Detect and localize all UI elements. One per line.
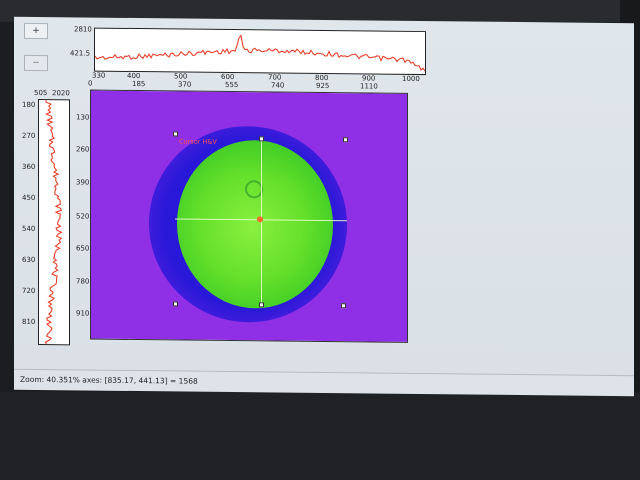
left-profile-y-tick: 630 xyxy=(22,255,36,264)
roi-handle[interactable] xyxy=(173,131,178,137)
vertical-profile-line xyxy=(44,100,63,345)
left-profile-y-tick: 720 xyxy=(22,286,36,295)
beam-image-view[interactable]: Cursor H&V xyxy=(90,89,408,343)
image-y-tick: 650 xyxy=(76,244,90,253)
top-profile-x-tick: 900 xyxy=(362,74,376,83)
top-profile-x-tick: 800 xyxy=(315,73,329,83)
image-x-tick: 185 xyxy=(132,79,146,89)
left-profile-x-min-tick: 505 xyxy=(34,88,48,98)
image-x-tick: 370 xyxy=(178,80,192,89)
roi-handle[interactable] xyxy=(341,303,346,309)
app-window: + − 2810 421.5 330 400 500 600 700 800 9… xyxy=(14,16,634,397)
horizontal-profile-svg xyxy=(95,34,425,72)
top-profile-x-tick: 500 xyxy=(174,72,188,81)
monitor-bezel-bottom xyxy=(0,392,640,480)
zoom-out-button[interactable]: − xyxy=(24,54,48,72)
left-profile-y-tick: 360 xyxy=(22,162,36,171)
image-y-tick: 780 xyxy=(76,277,90,286)
top-profile-x-tick: 330 xyxy=(92,71,106,80)
vertical-profile-svg xyxy=(44,100,63,345)
status-text: Zoom: 40.351% axes: [835.17, 441.13] = 1… xyxy=(20,374,198,386)
left-profile-y-tick: 810 xyxy=(22,317,36,326)
left-profile-x-max-tick: 2020 xyxy=(52,89,70,98)
left-profile-y-tick: 540 xyxy=(22,224,36,233)
roi-handle[interactable] xyxy=(259,136,264,142)
image-x-tick: 925 xyxy=(316,81,330,91)
top-profile-x-tick: 600 xyxy=(221,72,235,82)
horizontal-profile-plot xyxy=(94,27,426,76)
zoom-in-button[interactable]: + xyxy=(24,22,48,40)
roi-handle[interactable] xyxy=(173,301,178,307)
image-x-tick: 1110 xyxy=(360,82,378,91)
roi-handle[interactable] xyxy=(343,137,348,143)
top-profile-x-tick: 1000 xyxy=(402,74,420,84)
image-y-tick: 910 xyxy=(76,309,90,318)
image-y-tick: 390 xyxy=(76,178,90,187)
top-profile-x-tick: 700 xyxy=(268,73,282,82)
image-x-tick: 555 xyxy=(225,80,239,90)
cursor-center-point[interactable] xyxy=(257,216,263,223)
roi-handle[interactable] xyxy=(259,302,264,308)
horizontal-profile-line xyxy=(95,34,425,72)
left-profile-y-tick: 450 xyxy=(22,193,36,202)
top-profile-y-min-tick: 421.5 xyxy=(70,49,91,58)
top-profile-y-max-tick: 2810 xyxy=(74,25,92,34)
left-profile-y-tick: 270 xyxy=(22,131,36,140)
image-x-tick: 740 xyxy=(271,81,285,90)
beam-spot xyxy=(177,139,333,310)
image-y-tick: 520 xyxy=(76,212,90,221)
image-y-tick: 260 xyxy=(76,145,90,154)
top-profile-x-tick: 400 xyxy=(127,71,141,81)
vertical-cursor-line[interactable] xyxy=(261,138,262,307)
vertical-profile-plot xyxy=(38,99,70,346)
left-profile-y-tick: 180 xyxy=(22,100,36,109)
roi-label: Cursor H&V xyxy=(179,137,217,146)
image-y-tick: 130 xyxy=(76,113,90,122)
image-x-tick: 0 xyxy=(88,79,93,88)
